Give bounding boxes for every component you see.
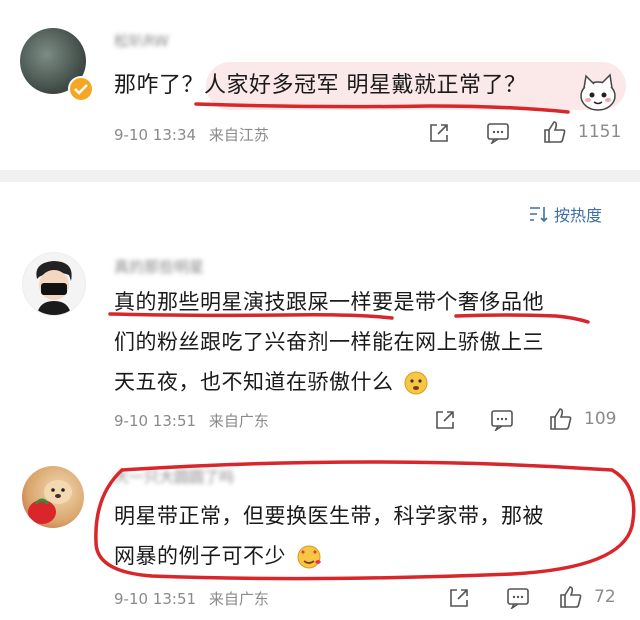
red-circle-annotation bbox=[94, 460, 636, 581]
like-count: 1151 bbox=[578, 122, 622, 142]
comment-date: 9-10 13:34 bbox=[114, 126, 197, 144]
sort-label: 按热度 bbox=[554, 206, 603, 225]
comment-meta: 9-10 13:34 来自江苏 bbox=[114, 124, 269, 145]
comment-location: 来自广东 bbox=[208, 412, 269, 430]
like-icon[interactable] bbox=[542, 119, 568, 145]
comment-date: 9-10 13:51 bbox=[114, 590, 197, 608]
comment-text-line-wrap: 天五夜，也不知道在骄傲什么 bbox=[114, 366, 429, 400]
emoji-thinking-icon bbox=[403, 370, 429, 400]
comment-icon[interactable] bbox=[506, 587, 530, 609]
avatar[interactable] bbox=[22, 466, 84, 528]
avatar[interactable] bbox=[22, 252, 86, 316]
share-icon[interactable] bbox=[448, 587, 470, 609]
username[interactable]: 真的那些明星 bbox=[114, 256, 204, 277]
like-icon[interactable] bbox=[548, 406, 574, 432]
share-icon[interactable] bbox=[428, 122, 450, 144]
comment-date: 9-10 13:51 bbox=[114, 412, 197, 430]
comment-meta: 9-10 13:51 来自广东 bbox=[114, 410, 269, 431]
comment-meta: 9-10 13:51 来自广东 bbox=[114, 588, 269, 609]
username[interactable]: 松叭RW bbox=[114, 30, 169, 51]
section-divider bbox=[0, 170, 640, 182]
comment-location: 来自广东 bbox=[208, 590, 269, 608]
verified-badge-icon bbox=[68, 76, 94, 102]
like-count: 72 bbox=[594, 587, 616, 607]
like-count: 109 bbox=[584, 409, 617, 429]
red-underline-annotation bbox=[108, 312, 590, 324]
red-underline-annotation bbox=[194, 102, 570, 114]
comment-icon[interactable] bbox=[490, 409, 514, 431]
comment-icon[interactable] bbox=[486, 122, 510, 144]
share-icon[interactable] bbox=[434, 409, 456, 431]
comment-text-line: 们的粉丝跟吃了兴奋剂一样能在网上骄傲上三 bbox=[114, 330, 544, 354]
sort-control[interactable]: 按热度 bbox=[528, 202, 602, 226]
comment-text-line: 天五夜，也不知道在骄傲什么 bbox=[114, 370, 394, 394]
sort-icon bbox=[528, 205, 548, 223]
like-icon[interactable] bbox=[558, 584, 584, 610]
comment-location: 来自江苏 bbox=[208, 126, 269, 144]
